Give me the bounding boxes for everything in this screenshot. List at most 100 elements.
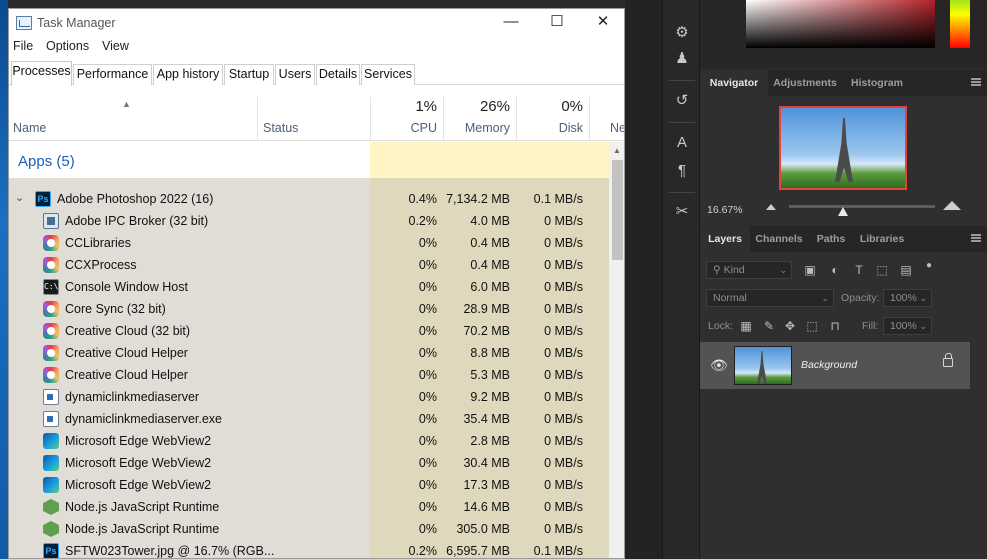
tab-channels[interactable]: Channels <box>750 226 808 252</box>
process-row[interactable]: C:\ Console Window Host 0% 6.0 MB 0 MB/s <box>9 276 609 298</box>
scroll-up-icon[interactable]: ▲ <box>613 146 621 155</box>
visibility-eye-icon[interactable]: 👁 <box>710 357 728 374</box>
layer-row-background[interactable]: 👁 Background <box>700 342 970 389</box>
menu-view[interactable]: View <box>102 39 129 53</box>
tab-startup[interactable]: Startup <box>224 64 274 85</box>
pixel-layer-filter-icon[interactable]: ▣ <box>803 263 817 277</box>
zoom-level[interactable]: 16.67% <box>707 204 743 216</box>
maximize-button[interactable]: ☐ <box>534 9 580 37</box>
edge-icon <box>43 433 59 449</box>
process-row[interactable]: dynamiclinkmediaserver.exe 0% 35.4 MB 0 MB/… <box>9 408 609 430</box>
filter-toggle-icon[interactable]: ● <box>922 259 936 273</box>
tab-histogram[interactable]: Histogram <box>842 70 912 96</box>
fill-field[interactable]: 100% ⌄ <box>883 317 932 335</box>
menu-options[interactable]: Options <box>46 39 89 53</box>
color-field[interactable] <box>746 0 935 48</box>
properties-icon[interactable]: ⚙ <box>671 22 693 44</box>
column-disk[interactable]: Disk <box>517 121 583 135</box>
lock-image-icon[interactable]: ✎ <box>762 319 776 333</box>
lock-artboard-icon[interactable]: ⬚ <box>805 319 819 333</box>
process-name: dynamiclinkmediaserver <box>65 390 200 404</box>
tab-details[interactable]: Details <box>316 64 360 85</box>
paragraph-icon[interactable]: ¶ <box>671 160 693 182</box>
zoom-in-icon[interactable] <box>943 201 961 210</box>
layers-panel: Layers Channels Paths Libraries ⚲ Kind ⌄… <box>700 226 987 559</box>
process-cpu-value: 0% <box>418 412 437 426</box>
column-divider[interactable] <box>589 97 590 141</box>
lock-position-icon[interactable]: ✥ <box>783 319 797 333</box>
vertical-scrollbar[interactable]: ▲ <box>609 142 624 558</box>
process-row[interactable]: Creative Cloud (32 bit) 0% 70.2 MB 0 MB/s <box>9 320 609 342</box>
fill-label: Fill: <box>862 320 879 332</box>
tab-users[interactable]: Users <box>275 64 315 85</box>
process-row[interactable]: Adobe IPC Broker (32 bit) 0.2% 4.0 MB 0 MB/… <box>9 210 609 232</box>
process-memory-value: 9.2 MB <box>470 390 510 404</box>
tools-icon[interactable]: ✂ <box>671 201 693 223</box>
column-divider[interactable] <box>257 97 258 141</box>
smart-object-filter-icon[interactable]: ▤ <box>899 263 913 277</box>
zoom-slider-track[interactable] <box>789 205 935 208</box>
zoom-slider-thumb[interactable] <box>838 207 848 216</box>
column-network[interactable]: Ne <box>610 121 624 135</box>
process-row[interactable]: Microsoft Edge WebView2 0% 2.8 MB 0 MB/s <box>9 430 609 452</box>
tab-libraries[interactable]: Libraries <box>854 226 910 252</box>
process-row[interactable]: Node.js JavaScript Runtime 0% 305.0 MB 0 MB… <box>9 518 609 540</box>
process-row[interactable]: CCXProcess 0% 0.4 MB 0 MB/s <box>9 254 609 276</box>
divider <box>669 122 695 123</box>
tab-app-history[interactable]: App history <box>153 64 223 85</box>
expand-chevron-icon[interactable]: ⌄ <box>15 191 24 204</box>
history-icon[interactable]: ↺ <box>671 90 693 112</box>
lock-transparency-icon[interactable]: ▦ <box>739 319 753 333</box>
process-row[interactable]: Microsoft Edge WebView2 0% 30.4 MB 0 MB/s <box>9 452 609 474</box>
filter-kind-select[interactable]: ⚲ Kind ⌄ <box>706 261 792 279</box>
menu-file[interactable]: File <box>13 39 33 53</box>
eiffel-tower-image <box>835 118 853 182</box>
character-icon[interactable]: A <box>671 132 693 154</box>
column-status[interactable]: Status <box>263 121 298 135</box>
hue-slider[interactable] <box>950 0 970 48</box>
tab-performance[interactable]: Performance <box>73 64 152 85</box>
column-memory[interactable]: Memory <box>444 121 510 135</box>
process-row[interactable]: dynamiclinkmediaserver 0% 9.2 MB 0 MB/s <box>9 386 609 408</box>
process-row[interactable]: Ps SFTW023Tower.jpg @ 16.7% (RGB... 0.2% 6,… <box>9 540 609 558</box>
tab-services[interactable]: Services <box>361 64 415 85</box>
process-row[interactable]: Core Sync (32 bit) 0% 28.9 MB 0 MB/s <box>9 298 609 320</box>
tab-paths[interactable]: Paths <box>808 226 854 252</box>
close-button[interactable]: ✕ <box>580 9 624 37</box>
zoom-out-icon[interactable] <box>766 204 776 210</box>
column-cpu[interactable]: CPU <box>371 121 437 135</box>
tab-layers[interactable]: Layers <box>700 226 750 252</box>
process-disk-value: 0 MB/s <box>544 478 583 492</box>
panel-menu-icon[interactable] <box>971 234 981 242</box>
adjustment-filter-icon[interactable]: ◐ <box>828 263 842 277</box>
title-bar[interactable]: Task Manager — ☐ ✕ <box>9 9 624 37</box>
process-row[interactable]: Microsoft Edge WebView2 0% 17.3 MB 0 MB/s <box>9 474 609 496</box>
ipc-broker-icon <box>43 213 59 229</box>
blend-mode-select[interactable]: Normal ⌄ <box>706 289 834 307</box>
navigator-thumbnail[interactable] <box>779 106 907 190</box>
lock-all-icon[interactable]: ⊓ <box>828 319 842 333</box>
tab-processes[interactable]: Processes <box>11 61 72 86</box>
process-row[interactable]: CCLibraries 0% 0.4 MB 0 MB/s <box>9 232 609 254</box>
libraries-icon[interactable]: ♟ <box>671 48 693 70</box>
layer-name[interactable]: Background <box>801 359 857 371</box>
process-disk-value: 0 MB/s <box>544 368 583 382</box>
opacity-field[interactable]: 100% ⌄ <box>883 289 932 307</box>
photoshop-canvas-area <box>625 0 662 559</box>
shape-filter-icon[interactable]: ⬚ <box>875 263 889 277</box>
creative-cloud-icon <box>43 301 59 317</box>
column-name[interactable]: Name <box>13 121 46 135</box>
panel-menu-icon[interactable] <box>971 78 981 86</box>
tab-adjustments[interactable]: Adjustments <box>768 70 842 96</box>
type-filter-icon[interactable]: T <box>852 263 866 277</box>
cpu-total-percent: 1% <box>415 98 437 115</box>
process-row[interactable]: Creative Cloud Helper 0% 5.3 MB 0 MB/s <box>9 364 609 386</box>
tab-navigator[interactable]: Navigator <box>700 70 768 96</box>
process-row[interactable]: Creative Cloud Helper 0% 8.8 MB 0 MB/s <box>9 342 609 364</box>
sort-up-icon[interactable]: ▲ <box>122 99 132 109</box>
process-group-row[interactable]: ⌄ Ps Adobe Photoshop 2022 (16) 0.4% 7,134.2 … <box>9 188 609 210</box>
scrollbar-thumb[interactable] <box>612 160 623 260</box>
group-header-apps: Apps (5) <box>18 153 75 170</box>
process-row[interactable]: Node.js JavaScript Runtime 0% 14.6 MB 0 MB/… <box>9 496 609 518</box>
minimize-button[interactable]: — <box>488 9 534 37</box>
